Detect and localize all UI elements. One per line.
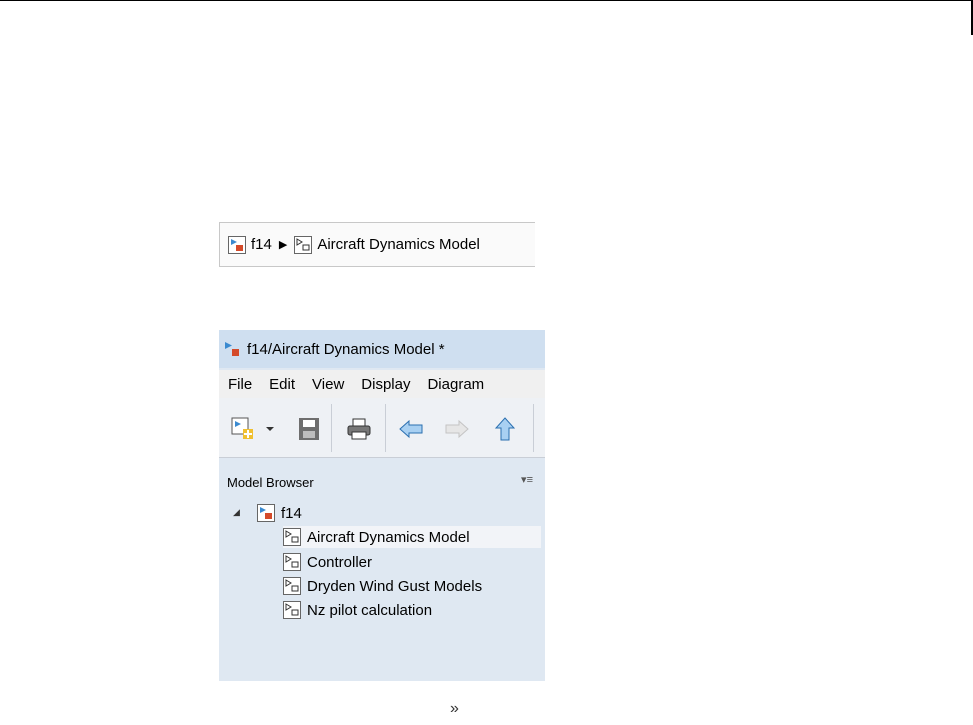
- subsystem-icon: [283, 553, 301, 571]
- tree-item-nz-pilot-calculation[interactable]: Nz pilot calculation: [283, 599, 432, 621]
- toolbar-separator: [385, 404, 386, 452]
- up-arrow-icon[interactable]: [491, 416, 519, 442]
- save-icon[interactable]: [295, 416, 323, 442]
- subsystem-icon: [283, 601, 301, 619]
- overflow-chevron-icon[interactable]: »: [450, 700, 459, 718]
- model-icon[interactable]: [228, 235, 246, 254]
- window-title: f14/Aircraft Dynamics Model *: [247, 340, 445, 358]
- print-icon[interactable]: [345, 416, 373, 442]
- menu-view[interactable]: View: [312, 376, 344, 393]
- menu-display[interactable]: Display: [361, 376, 410, 393]
- chevron-down-icon[interactable]: [263, 416, 277, 442]
- model-tree: ◢ f14 Aircraft Dynamics Model Controller…: [219, 500, 545, 681]
- new-model-icon[interactable]: [229, 416, 257, 442]
- collapse-triangle-icon[interactable]: ◢: [233, 507, 240, 518]
- tree-item-label: Dryden Wind Gust Models: [307, 577, 483, 595]
- model-icon: [257, 504, 275, 522]
- breadcrumb-root[interactable]: f14: [251, 236, 272, 253]
- toolbar-separator: [331, 404, 332, 452]
- subsystem-icon: [283, 528, 301, 546]
- model-icon: [223, 340, 241, 358]
- menu-file[interactable]: File: [228, 376, 252, 393]
- tree-item-aircraft-dynamics-model[interactable]: Aircraft Dynamics Model: [283, 526, 541, 548]
- tree-item-label: Controller: [307, 553, 373, 571]
- breadcrumb-separator-icon[interactable]: ▶: [279, 238, 287, 251]
- window-titlebar: f14/Aircraft Dynamics Model *: [219, 330, 545, 368]
- forward-arrow-icon[interactable]: [443, 416, 471, 442]
- tree-root-label: f14: [281, 504, 302, 522]
- top-rule: [0, 0, 973, 1]
- breadcrumb-current[interactable]: Aircraft Dynamics Model: [317, 236, 480, 253]
- tree-item-dryden-wind-gust-models[interactable]: Dryden Wind Gust Models: [283, 575, 482, 597]
- tree-item-controller[interactable]: Controller: [283, 551, 372, 573]
- panel-menu-icon[interactable]: ▾≡: [521, 473, 533, 486]
- model-browser-header: Model Browser ▾≡: [219, 470, 545, 494]
- tree-root[interactable]: f14: [257, 502, 302, 524]
- toolbar-separator: [533, 404, 534, 452]
- tree-item-label: Nz pilot calculation: [307, 601, 433, 619]
- menu-bar: File Edit View Display Diagram: [219, 370, 545, 398]
- subsystem-icon: [294, 235, 313, 254]
- breadcrumb: f14 ▶ Aircraft Dynamics Model: [219, 222, 535, 267]
- model-browser-label: Model Browser: [227, 474, 314, 490]
- toolbar: [219, 398, 545, 458]
- model-window: f14/Aircraft Dynamics Model * File Edit …: [219, 330, 545, 681]
- menu-diagram[interactable]: Diagram: [427, 376, 484, 393]
- subsystem-icon: [283, 577, 301, 595]
- back-arrow-icon[interactable]: [397, 416, 425, 442]
- menu-edit[interactable]: Edit: [269, 376, 295, 393]
- tree-item-label: Aircraft Dynamics Model: [307, 528, 470, 546]
